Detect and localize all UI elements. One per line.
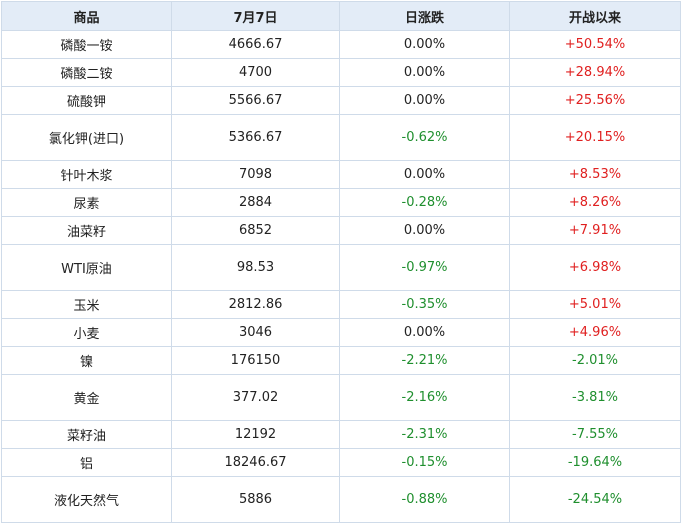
price-cell: 5566.67 [171, 86, 340, 115]
table-row: 油菜籽 6852 0.00% +7.91% [1, 216, 681, 245]
table-row: WTI原油 98.53 -0.97% +6.98% [1, 244, 681, 291]
header-since-war: 开战以来 [509, 1, 681, 31]
since-war-change-cell: -2.01% [509, 346, 681, 375]
table-row: 菜籽油 12192 -2.31% -7.55% [1, 420, 681, 449]
price-cell: 2812.86 [171, 290, 340, 319]
table-row: 液化天然气 5886 -0.88% -24.54% [1, 476, 681, 523]
since-war-change-cell: -3.81% [509, 374, 681, 421]
table-row: 镍 176150 -2.21% -2.01% [1, 346, 681, 375]
since-war-change-cell: +8.53% [509, 160, 681, 189]
price-cell: 4666.67 [171, 30, 340, 59]
price-cell: 4700 [171, 58, 340, 87]
daily-change-cell: -0.62% [339, 114, 510, 161]
header-date: 7月7日 [171, 1, 340, 31]
since-war-change-cell: -7.55% [509, 420, 681, 449]
daily-change-cell: -0.35% [339, 290, 510, 319]
since-war-change-cell: +20.15% [509, 114, 681, 161]
daily-change-cell: -0.28% [339, 188, 510, 217]
since-war-change-cell: +6.98% [509, 244, 681, 291]
commodity-name: 油菜籽 [1, 216, 172, 245]
price-cell: 2884 [171, 188, 340, 217]
price-cell: 7098 [171, 160, 340, 189]
header-commodity: 商品 [1, 1, 172, 31]
daily-change-cell: 0.00% [339, 86, 510, 115]
price-cell: 5366.67 [171, 114, 340, 161]
table-row: 针叶木浆 7098 0.00% +8.53% [1, 160, 681, 189]
commodity-name: 硫酸钾 [1, 86, 172, 115]
table-row: 磷酸二铵 4700 0.00% +28.94% [1, 58, 681, 87]
daily-change-cell: 0.00% [339, 318, 510, 347]
price-cell: 18246.67 [171, 448, 340, 477]
since-war-change-cell: +7.91% [509, 216, 681, 245]
daily-change-cell: 0.00% [339, 160, 510, 189]
daily-change-cell: -2.31% [339, 420, 510, 449]
table-row: 硫酸钾 5566.67 0.00% +25.56% [1, 86, 681, 115]
commodity-name: 玉米 [1, 290, 172, 319]
commodity-price-table: 商品 7月7日 日涨跌 开战以来 磷酸一铵 4666.67 0.00% +50.54%… [1, 1, 681, 523]
price-cell: 6852 [171, 216, 340, 245]
since-war-change-cell: +28.94% [509, 58, 681, 87]
price-cell: 176150 [171, 346, 340, 375]
since-war-change-cell: +50.54% [509, 30, 681, 59]
price-cell: 3046 [171, 318, 340, 347]
table-row: 铝 18246.67 -0.15% -19.64% [1, 448, 681, 477]
table-row: 磷酸一铵 4666.67 0.00% +50.54% [1, 30, 681, 59]
price-cell: 377.02 [171, 374, 340, 421]
commodity-name: 液化天然气 [1, 476, 172, 523]
daily-change-cell: 0.00% [339, 58, 510, 87]
commodity-name: 尿素 [1, 188, 172, 217]
since-war-change-cell: -24.54% [509, 476, 681, 523]
since-war-change-cell: +5.01% [509, 290, 681, 319]
price-cell: 12192 [171, 420, 340, 449]
table-row: 黄金 377.02 -2.16% -3.81% [1, 374, 681, 421]
commodity-name: 针叶木浆 [1, 160, 172, 189]
table-row: 玉米 2812.86 -0.35% +5.01% [1, 290, 681, 319]
table-header-row: 商品 7月7日 日涨跌 开战以来 [1, 1, 681, 31]
commodity-name: 磷酸二铵 [1, 58, 172, 87]
commodity-name: 小麦 [1, 318, 172, 347]
price-cell: 5886 [171, 476, 340, 523]
since-war-change-cell: +4.96% [509, 318, 681, 347]
commodity-name: 菜籽油 [1, 420, 172, 449]
commodity-name: WTI原油 [1, 244, 172, 291]
daily-change-cell: -2.21% [339, 346, 510, 375]
table-row: 尿素 2884 -0.28% +8.26% [1, 188, 681, 217]
daily-change-cell: -2.16% [339, 374, 510, 421]
commodity-name: 铝 [1, 448, 172, 477]
table-row: 小麦 3046 0.00% +4.96% [1, 318, 681, 347]
since-war-change-cell: +25.56% [509, 86, 681, 115]
table-row: 氯化钾(进口) 5366.67 -0.62% +20.15% [1, 114, 681, 161]
since-war-change-cell: +8.26% [509, 188, 681, 217]
commodity-name: 镍 [1, 346, 172, 375]
header-daily-change: 日涨跌 [339, 1, 510, 31]
since-war-change-cell: -19.64% [509, 448, 681, 477]
daily-change-cell: -0.88% [339, 476, 510, 523]
commodity-name: 磷酸一铵 [1, 30, 172, 59]
daily-change-cell: -0.15% [339, 448, 510, 477]
commodity-name: 氯化钾(进口) [1, 114, 172, 161]
price-cell: 98.53 [171, 244, 340, 291]
daily-change-cell: 0.00% [339, 216, 510, 245]
daily-change-cell: 0.00% [339, 30, 510, 59]
daily-change-cell: -0.97% [339, 244, 510, 291]
commodity-name: 黄金 [1, 374, 172, 421]
